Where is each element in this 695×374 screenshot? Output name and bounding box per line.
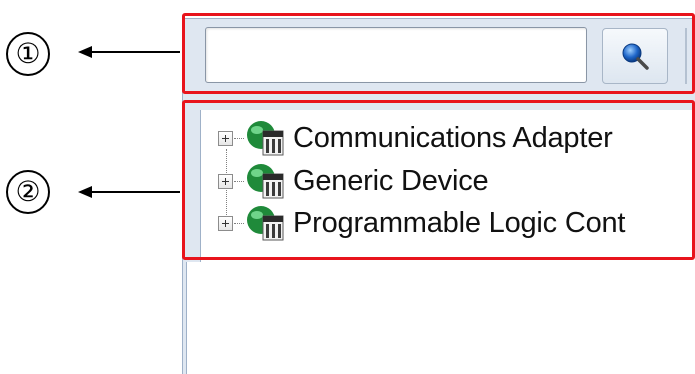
plus-expander-icon[interactable] xyxy=(218,173,233,189)
device-icon xyxy=(247,164,284,199)
search-button[interactable] xyxy=(602,28,668,84)
tree-connector xyxy=(234,222,244,224)
search-input[interactable] xyxy=(205,27,587,83)
arrow-left-icon xyxy=(78,186,180,198)
search-icon xyxy=(622,43,649,70)
device-tree-empty-area xyxy=(186,262,695,374)
tree-item[interactable]: Generic Device xyxy=(218,161,489,201)
tree-connector xyxy=(234,180,244,182)
tree-item[interactable]: Communications Adapter xyxy=(218,118,613,158)
tree-item-label: Communications Adapter xyxy=(293,121,613,154)
device-icon xyxy=(247,206,284,241)
plus-expander-icon[interactable] xyxy=(218,215,233,231)
arrow-left-icon xyxy=(78,46,180,58)
panel-divider xyxy=(685,28,687,84)
plus-expander-icon[interactable] xyxy=(218,130,233,146)
tree-item-label: Generic Device xyxy=(293,164,489,197)
tree-connector xyxy=(234,137,244,139)
tree-item[interactable]: Programmable Logic Cont xyxy=(218,203,625,243)
device-icon xyxy=(247,121,284,156)
callout-2: ② xyxy=(6,170,50,214)
tree-item-label: Programmable Logic Cont xyxy=(293,206,626,239)
callout-1: ① xyxy=(6,32,50,76)
